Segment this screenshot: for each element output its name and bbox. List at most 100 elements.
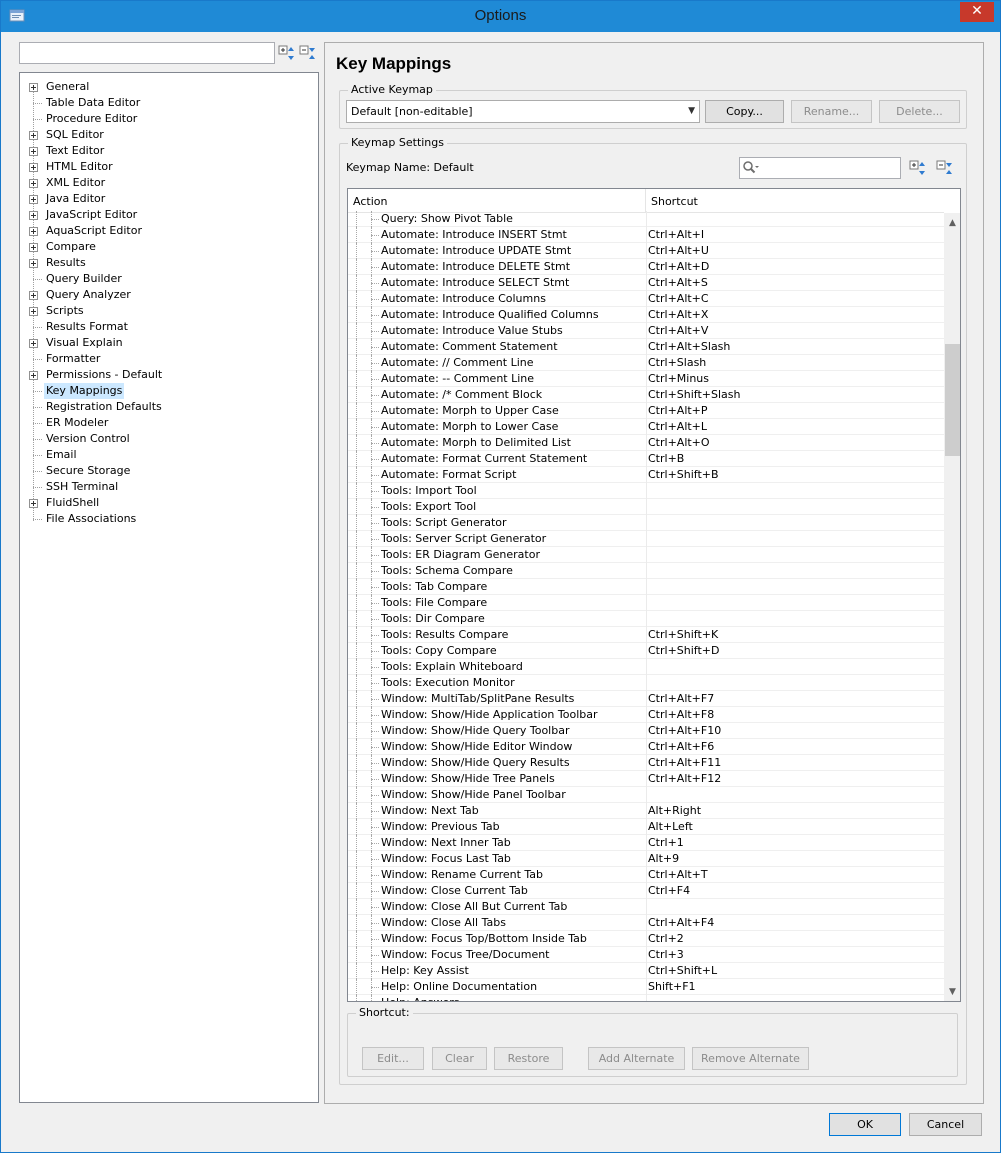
- table-row[interactable]: Automate: Morph to Lower Case Ctrl+Alt+L: [348, 419, 944, 435]
- expand-plus-icon[interactable]: [29, 179, 38, 188]
- table-row[interactable]: Tools: Results Compare Ctrl+Shift+K: [348, 627, 944, 643]
- table-row[interactable]: Help: Online Documentation Shift+F1: [348, 979, 944, 995]
- table-row[interactable]: Window: Previous Tab Alt+Left: [348, 819, 944, 835]
- table-row[interactable]: Automate: Introduce DELETE Stmt Ctrl+Alt+…: [348, 259, 944, 275]
- shortcut-cell: Ctrl+Slash: [646, 355, 944, 371]
- add-alternate-button[interactable]: Add Alternate: [588, 1047, 685, 1070]
- table-row[interactable]: Window: Show/Hide Editor Window Ctrl+Alt+…: [348, 739, 944, 755]
- active-keymap-select[interactable]: Default [non-editable] ▼: [346, 100, 700, 123]
- expand-plus-icon[interactable]: [29, 83, 38, 92]
- expand-plus-icon[interactable]: [29, 259, 38, 268]
- collapse-all-actions-icon[interactable]: [936, 159, 954, 177]
- table-row[interactable]: Automate: Comment Statement Ctrl+Alt+Slas…: [348, 339, 944, 355]
- expand-plus-icon[interactable]: [29, 243, 38, 252]
- remove-alternate-button[interactable]: Remove Alternate: [692, 1047, 809, 1070]
- table-row[interactable]: Help: Key Assist Ctrl+Shift+L: [348, 963, 944, 979]
- table-row[interactable]: Window: Close All But Current Tab: [348, 899, 944, 915]
- expand-plus-icon[interactable]: [29, 147, 38, 156]
- table-row[interactable]: Tools: Execution Monitor: [348, 675, 944, 691]
- expand-all-icon[interactable]: [278, 44, 296, 62]
- collapse-all-icon[interactable]: [299, 44, 317, 62]
- vertical-scrollbar[interactable]: ▲ ▼: [944, 213, 960, 1001]
- table-row[interactable]: Automate: Introduce Qualified Columns Ctr…: [348, 307, 944, 323]
- table-row[interactable]: Window: Show/Hide Panel Toolbar: [348, 787, 944, 803]
- table-row[interactable]: Automate: Introduce INSERT Stmt Ctrl+Alt+…: [348, 227, 944, 243]
- table-row[interactable]: Window: Show/Hide Tree Panels Ctrl+Alt+F1…: [348, 771, 944, 787]
- table-row[interactable]: Tools: Script Generator: [348, 515, 944, 531]
- table-row[interactable]: Automate: Format Script Ctrl+Shift+B: [348, 467, 944, 483]
- expand-plus-icon[interactable]: [29, 211, 38, 220]
- delete-keymap-button[interactable]: Delete...: [879, 100, 960, 123]
- table-row[interactable]: Window: Next Inner Tab Ctrl+1: [348, 835, 944, 851]
- tree-guide-line: [356, 483, 357, 499]
- table-row[interactable]: Automate: Introduce Value Stubs Ctrl+Alt+…: [348, 323, 944, 339]
- key-mappings-table[interactable]: Action Shortcut Query: Show Pivot Table A…: [347, 188, 961, 1002]
- copy-keymap-button[interactable]: Copy...: [705, 100, 784, 123]
- tree-item-label: JavaScript Editor: [46, 208, 138, 221]
- scrollbar-thumb[interactable]: [945, 344, 960, 456]
- table-row[interactable]: Tools: File Compare: [348, 595, 944, 611]
- expand-plus-icon[interactable]: [29, 307, 38, 316]
- expand-plus-icon[interactable]: [29, 227, 38, 236]
- title-bar[interactable]: Options ✕: [1, 1, 1000, 32]
- table-row[interactable]: Window: Show/Hide Query Toolbar Ctrl+Alt+…: [348, 723, 944, 739]
- table-row[interactable]: Automate: // Comment Line Ctrl+Slash: [348, 355, 944, 371]
- expand-plus-icon[interactable]: [29, 163, 38, 172]
- expand-all-actions-icon[interactable]: [909, 159, 927, 177]
- table-row[interactable]: Tools: Import Tool: [348, 483, 944, 499]
- restore-shortcut-button[interactable]: Restore: [494, 1047, 563, 1070]
- table-row[interactable]: Window: Show/Hide Application Toolbar Ctr…: [348, 707, 944, 723]
- expand-plus-icon[interactable]: [29, 371, 38, 380]
- shortcut-column-header[interactable]: Shortcut: [646, 189, 944, 213]
- edit-shortcut-button[interactable]: Edit...: [362, 1047, 424, 1070]
- expand-plus-icon[interactable]: [29, 291, 38, 300]
- action-column-header[interactable]: Action: [348, 189, 646, 213]
- scroll-down-icon[interactable]: ▼: [944, 984, 960, 1001]
- table-row[interactable]: Window: Close All Tabs Ctrl+Alt+F4: [348, 915, 944, 931]
- table-row[interactable]: Window: MultiTab/SplitPane Results Ctrl+A…: [348, 691, 944, 707]
- table-row[interactable]: Tools: Copy Compare Ctrl+Shift+D: [348, 643, 944, 659]
- table-row[interactable]: Tools: Server Script Generator: [348, 531, 944, 547]
- scroll-up-icon[interactable]: ▲: [944, 215, 960, 232]
- table-row[interactable]: Tools: Explain Whiteboard: [348, 659, 944, 675]
- table-row[interactable]: Tools: ER Diagram Generator: [348, 547, 944, 563]
- table-row[interactable]: Window: Focus Top/Bottom Inside Tab Ctrl+…: [348, 931, 944, 947]
- table-row[interactable]: Help: Answers: [348, 995, 944, 1001]
- options-category-tree[interactable]: General Table Data Editor Procedure Editor…: [19, 72, 319, 1103]
- table-row[interactable]: Tools: Schema Compare: [348, 563, 944, 579]
- table-row[interactable]: Automate: Introduce UPDATE Stmt Ctrl+Alt+…: [348, 243, 944, 259]
- tree-item-label: Registration Defaults: [46, 400, 162, 413]
- close-window-button[interactable]: ✕: [960, 2, 994, 22]
- table-row[interactable]: Automate: -- Comment Line Ctrl+Minus: [348, 371, 944, 387]
- table-row[interactable]: Window: Show/Hide Query Results Ctrl+Alt+…: [348, 755, 944, 771]
- table-row[interactable]: Automate: Introduce SELECT Stmt Ctrl+Alt+…: [348, 275, 944, 291]
- table-row[interactable]: Automate: /* Comment Block Ctrl+Shift+Sla…: [348, 387, 944, 403]
- rename-keymap-button[interactable]: Rename...: [791, 100, 872, 123]
- table-row[interactable]: Automate: Morph to Upper Case Ctrl+Alt+P: [348, 403, 944, 419]
- clear-shortcut-button[interactable]: Clear: [432, 1047, 487, 1070]
- nav-search-input[interactable]: [19, 42, 275, 64]
- table-row[interactable]: Window: Focus Tree/Document Ctrl+3: [348, 947, 944, 963]
- ok-button[interactable]: OK: [829, 1113, 901, 1136]
- table-row[interactable]: Window: Focus Last Tab Alt+9: [348, 851, 944, 867]
- expand-plus-icon[interactable]: [29, 131, 38, 140]
- table-row[interactable]: Automate: Introduce Columns Ctrl+Alt+C: [348, 291, 944, 307]
- shortcut-cell: Ctrl+Alt+O: [646, 435, 944, 451]
- expand-plus-icon[interactable]: [29, 339, 38, 348]
- table-row[interactable]: Window: Rename Current Tab Ctrl+Alt+T: [348, 867, 944, 883]
- table-row[interactable]: Automate: Morph to Delimited List Ctrl+Al…: [348, 435, 944, 451]
- tree-connector: [371, 507, 379, 508]
- cancel-button[interactable]: Cancel: [909, 1113, 982, 1136]
- shortcut-cell: [646, 579, 944, 595]
- table-row[interactable]: Automate: Format Current Statement Ctrl+B: [348, 451, 944, 467]
- expand-plus-icon[interactable]: [29, 195, 38, 204]
- table-row[interactable]: Window: Next Tab Alt+Right: [348, 803, 944, 819]
- keymap-filter-input[interactable]: [739, 157, 901, 179]
- tree-connector: [371, 891, 379, 892]
- expand-plus-icon[interactable]: [29, 499, 38, 508]
- table-row[interactable]: Tools: Export Tool: [348, 499, 944, 515]
- table-row[interactable]: Window: Close Current Tab Ctrl+F4: [348, 883, 944, 899]
- table-row[interactable]: Query: Show Pivot Table: [348, 211, 944, 227]
- table-row[interactable]: Tools: Tab Compare: [348, 579, 944, 595]
- table-row[interactable]: Tools: Dir Compare: [348, 611, 944, 627]
